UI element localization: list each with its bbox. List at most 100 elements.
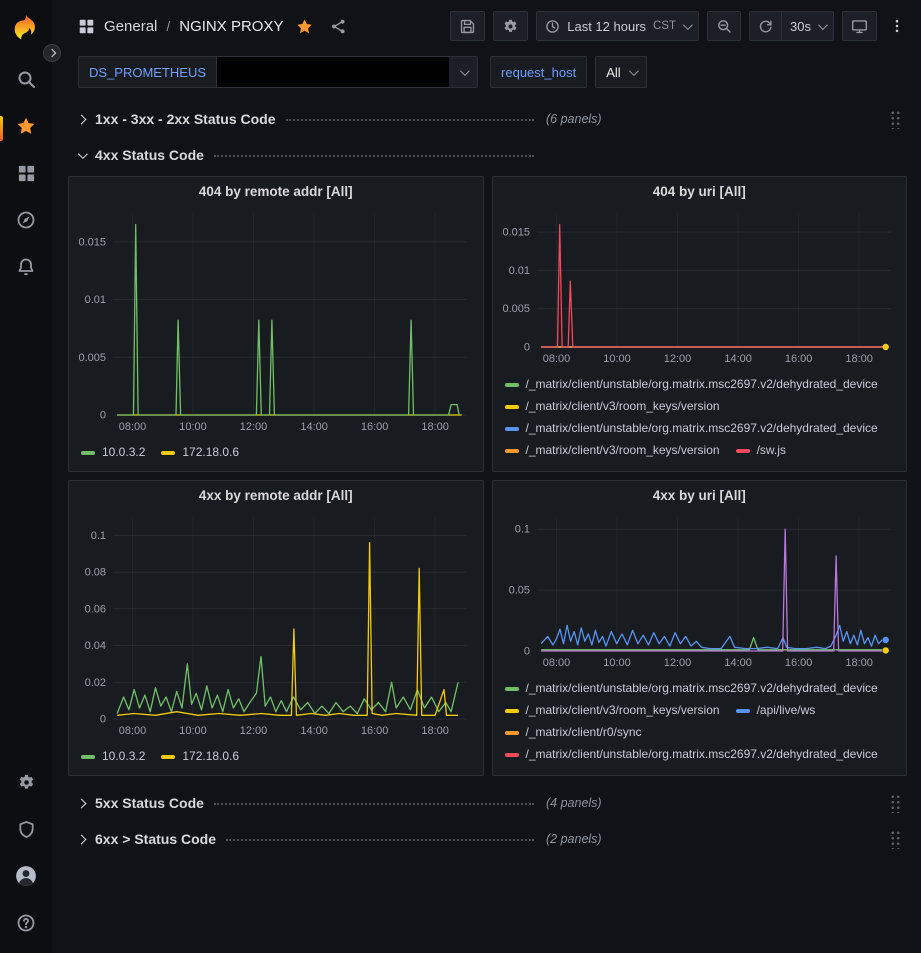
time-range-picker[interactable]: Last 12 hours CST — [536, 11, 699, 41]
panel-legend: 10.0.3.2 172.18.0.6 — [69, 440, 483, 471]
svg-text:16:00: 16:00 — [784, 657, 812, 669]
zoom-out-time-button[interactable] — [707, 11, 741, 41]
sidebar-item-alerting[interactable] — [0, 246, 52, 293]
svg-text:0.005: 0.005 — [502, 303, 530, 315]
grafana-logo-icon — [11, 12, 41, 42]
variable-ds-dropdown[interactable] — [217, 56, 478, 88]
refresh-interval-dropdown[interactable]: 30s — [782, 11, 834, 41]
legend-item[interactable]: /_matrix/client/v3/room_keys/version — [505, 701, 720, 720]
legend-swatch — [505, 383, 519, 387]
panel-title[interactable]: 404 by remote addr [All] — [69, 177, 483, 205]
panel-title[interactable]: 4xx by remote addr [All] — [69, 481, 483, 509]
panel-404-by-uri: 404 by uri [All] 00.0050.010.01508:0010:… — [492, 176, 908, 472]
legend-swatch — [505, 427, 519, 431]
svg-text:16:00: 16:00 — [361, 725, 389, 737]
legend-item[interactable]: /api/live/ws — [736, 701, 816, 720]
legend-item[interactable]: /_matrix/client/unstable/org.matrix.msc2… — [505, 375, 878, 394]
svg-text:0.04: 0.04 — [85, 640, 106, 652]
legend-item[interactable]: 172.18.0.6 — [161, 443, 239, 462]
chevron-down-icon — [459, 66, 469, 76]
bell-icon — [16, 257, 36, 282]
legend-item[interactable]: /_matrix/client/v3/room_keys/version — [505, 441, 720, 460]
time-series-chart[interactable]: 00.020.040.060.080.108:0010:0012:0014:00… — [69, 509, 483, 744]
refresh-control: 30s — [749, 11, 834, 41]
svg-text:12:00: 12:00 — [240, 725, 268, 737]
sidebar-item-help[interactable] — [0, 902, 52, 949]
row-panel-count: (4 panels) — [546, 796, 602, 810]
row-header-1xx-3xx-2xx[interactable]: 1xx - 3xx - 2xx Status Code (6 panels) — [68, 104, 907, 134]
legend-label: 172.18.0.6 — [182, 443, 239, 462]
legend-item[interactable]: 10.0.3.2 — [81, 443, 145, 462]
legend-swatch — [505, 753, 519, 757]
legend-item[interactable]: 10.0.3.2 — [81, 747, 145, 766]
svg-text:16:00: 16:00 — [361, 421, 389, 433]
svg-text:0.02: 0.02 — [85, 677, 106, 689]
legend-item[interactable]: /_matrix/client/unstable/org.matrix.msc2… — [505, 419, 878, 438]
row-drag-handle[interactable] — [890, 830, 901, 849]
row-drag-handle[interactable] — [890, 794, 901, 813]
row-header-5xx[interactable]: 5xx Status Code (4 panels) — [68, 788, 907, 818]
breadcrumb-folder[interactable]: General — [104, 18, 157, 35]
svg-text:08:00: 08:00 — [119, 725, 147, 737]
tv-mode-button[interactable] — [842, 11, 877, 41]
svg-text:10:00: 10:00 — [179, 421, 207, 433]
panel-title[interactable]: 404 by uri [All] — [493, 177, 907, 205]
legend-label: 172.18.0.6 — [182, 747, 239, 766]
time-series-chart[interactable]: 00.0050.010.01508:0010:0012:0014:0016:00… — [69, 205, 483, 440]
dashboard-settings-button[interactable] — [493, 11, 528, 41]
svg-text:08:00: 08:00 — [542, 657, 570, 669]
variable-label-ds: DS_PROMETHEUS — [78, 56, 217, 88]
grafana-logo[interactable] — [9, 10, 43, 44]
legend-item[interactable]: /_matrix/client/unstable/org.matrix.msc2… — [505, 745, 878, 764]
row-lead: 4xx Status Code — [78, 147, 544, 163]
legend-swatch — [505, 405, 519, 409]
kebab-menu-button[interactable] — [885, 14, 909, 38]
legend-item[interactable]: 172.18.0.6 — [161, 747, 239, 766]
svg-text:0.08: 0.08 — [85, 567, 106, 579]
legend-swatch — [505, 731, 519, 735]
legend-item[interactable]: /_matrix/client/r0/sync — [505, 723, 642, 742]
legend-label: /_matrix/client/unstable/org.matrix.msc2… — [526, 679, 878, 698]
sidebar-item-starred[interactable] — [0, 105, 52, 152]
legend-item[interactable]: /_matrix/client/v3/room_keys/version — [505, 397, 720, 416]
refresh-button[interactable] — [749, 11, 782, 41]
sidebar-item-configuration[interactable] — [0, 761, 52, 808]
row-lead: 6xx > Status Code — [78, 831, 544, 847]
variable-ds-value-redacted — [217, 57, 449, 87]
row-dots — [214, 155, 534, 157]
time-series-chart[interactable]: 00.050.108:0010:0012:0014:0016:0018:00 — [493, 509, 907, 676]
save-dashboard-button[interactable] — [450, 11, 485, 41]
share-dashboard-button[interactable] — [326, 14, 351, 39]
star-filled-icon — [296, 18, 313, 35]
legend-item[interactable]: /_matrix/client/unstable/org.matrix.msc2… — [505, 679, 878, 698]
row-lead: 1xx - 3xx - 2xx Status Code — [78, 111, 544, 127]
row-header-4xx[interactable]: 4xx Status Code — [68, 140, 907, 170]
variable-request-host-dropdown[interactable]: All — [595, 56, 646, 88]
sidebar-item-explore[interactable] — [0, 199, 52, 246]
legend-item[interactable]: /sw.js — [736, 441, 786, 460]
favorite-star-button[interactable] — [292, 14, 317, 39]
panel-title[interactable]: 4xx by uri [All] — [493, 481, 907, 509]
svg-text:0.01: 0.01 — [85, 294, 106, 306]
time-series-chart[interactable]: 00.0050.010.01508:0010:0012:0014:0016:00… — [493, 205, 907, 372]
svg-text:0.1: 0.1 — [514, 524, 529, 536]
sidebar-item-dashboards[interactable] — [0, 152, 52, 199]
row-drag-handle[interactable] — [890, 110, 901, 129]
row-dots — [214, 803, 534, 805]
chevron-right-icon — [77, 114, 87, 124]
navbar-actions: Last 12 hours CST 30s — [450, 11, 909, 41]
sidebar-item-search[interactable] — [0, 58, 52, 105]
refresh-interval-value: 30s — [790, 19, 811, 34]
svg-text:14:00: 14:00 — [300, 725, 328, 737]
svg-text:0.01: 0.01 — [508, 265, 529, 277]
zoom-out-icon — [716, 18, 732, 34]
variable-request-host: request_host All — [490, 56, 647, 88]
panel-4xx-by-uri: 4xx by uri [All] 00.050.108:0010:0012:00… — [492, 480, 908, 776]
sidebar-item-server-admin[interactable] — [0, 808, 52, 855]
legend-label: /_matrix/client/v3/room_keys/version — [526, 701, 720, 720]
row-header-6xx[interactable]: 6xx > Status Code (2 panels) — [68, 824, 907, 854]
variable-ds-prometheus: DS_PROMETHEUS — [78, 56, 478, 88]
dashboard-title[interactable]: NGINX PROXY — [179, 18, 283, 35]
sidebar-item-profile[interactable] — [0, 855, 52, 902]
svg-text:0.06: 0.06 — [85, 603, 106, 615]
